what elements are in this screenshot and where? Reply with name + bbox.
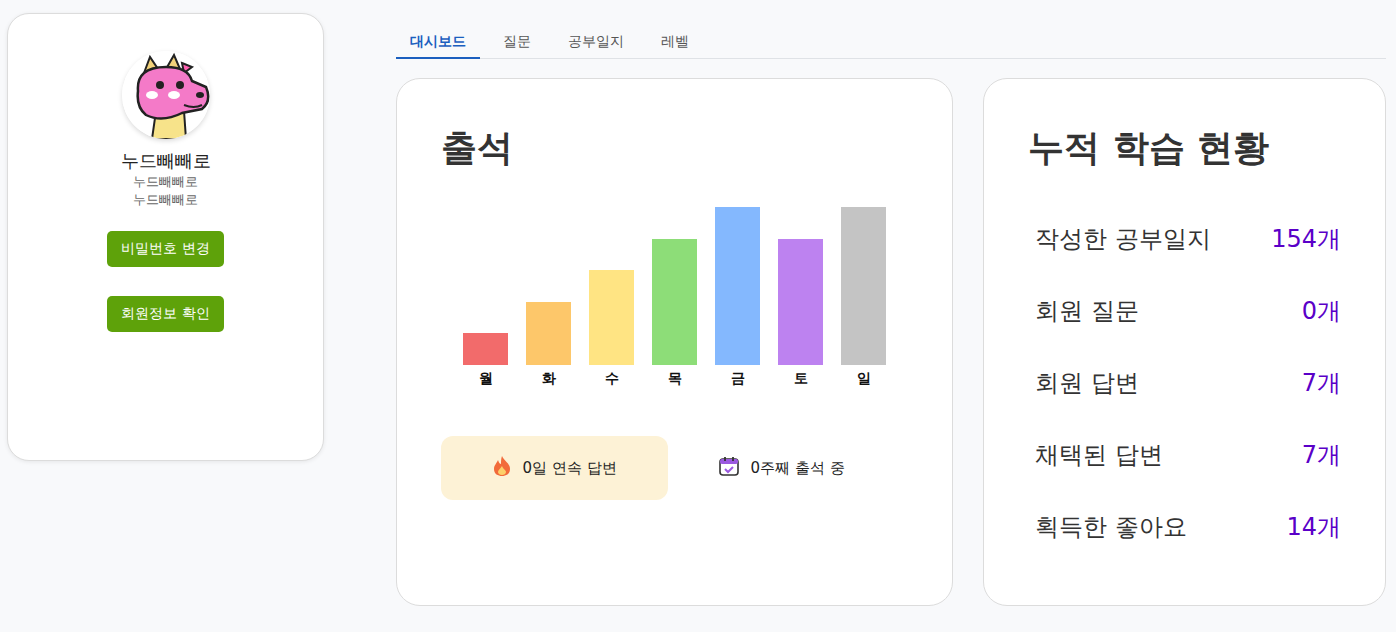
profile-buttons: 비밀번호 변경회원정보 확인: [107, 231, 223, 332]
day-label: 월: [479, 370, 493, 388]
stats-card: 누적 학습 현황작성한 공부일지154개회원 질문0개회원 답변7개채택된 답변…: [983, 78, 1386, 606]
chart-column: 금: [706, 207, 769, 388]
cards: 출석월 화 수 목 금 토 일 0일 연속 답변 0주째 출석 중 누적 학습 현황작성한 공부일…: [396, 78, 1386, 606]
main-area: 대시보드 질문 공부일지 레벨출석월 화 수 목 금 토 일 0일 연속 답변 0주째 출석 중 누적 …: [396, 13, 1386, 606]
tab[interactable]: 대시보드: [396, 25, 480, 59]
chart-bar: [463, 333, 508, 365]
day-label: 수: [605, 370, 619, 388]
stats-label: 회원 답변: [1035, 367, 1139, 399]
tab[interactable]: 레벨: [647, 25, 703, 59]
stats-value: 154개: [1271, 223, 1341, 255]
bar-track: [778, 207, 823, 365]
stats-value: 7개: [1302, 367, 1341, 399]
bar-fill: [526, 302, 571, 365]
weeks-badge: 0주째 출석 중: [668, 436, 895, 500]
chart-bar: [589, 270, 634, 365]
profile-line: 누드빼빼로: [133, 173, 198, 191]
stats-row: 회원 질문 0개: [1028, 275, 1341, 347]
attendance-badges: 0일 연속 답변 0주째 출석 중: [441, 436, 908, 500]
stats-value: 7개: [1302, 439, 1341, 471]
bar-track: [715, 207, 760, 365]
chart-bar: [526, 302, 571, 365]
stats-row: 회원 답변 7개: [1028, 347, 1341, 419]
bar-fill: [841, 207, 886, 365]
bar-track: [589, 207, 634, 365]
chart-column: 월: [454, 207, 517, 388]
chart-column: 일: [832, 207, 895, 388]
stats-value: 0개: [1302, 295, 1341, 327]
profile-nickname: 누드빼빼로: [121, 149, 211, 173]
weeks-text: 0주째 출석 중: [750, 459, 844, 478]
stats-label: 작성한 공부일지: [1035, 223, 1211, 255]
chart-bar: [778, 239, 823, 365]
tab[interactable]: 공부일지: [554, 25, 638, 59]
stats-row: 획득한 좋아요 14개: [1028, 491, 1341, 563]
profile-line: 누드빼빼로: [133, 191, 198, 209]
chart-bar: [841, 207, 886, 365]
attendance-card: 출석월 화 수 목 금 토 일 0일 연속 답변 0주째 출석 중: [396, 78, 953, 606]
day-label: 일: [857, 370, 871, 388]
day-label: 화: [542, 370, 556, 388]
chart-bar: [652, 239, 697, 365]
dragon-avatar-icon: [122, 51, 210, 139]
stats-row: 채택된 답변 7개: [1028, 419, 1341, 491]
stats-list: 작성한 공부일지154개회원 질문0개회원 답변7개채택된 답변7개획득한 좋아…: [1028, 203, 1341, 563]
stats-value: 14개: [1286, 511, 1341, 543]
bar-fill: [778, 239, 823, 365]
tab-bar: 대시보드 질문 공부일지 레벨: [396, 13, 1386, 59]
bar-track: [652, 207, 697, 365]
tab[interactable]: 질문: [489, 25, 545, 59]
attendance-title: 출석: [441, 123, 908, 173]
profile-card: 누드빼빼로누드빼빼로누드빼빼로비밀번호 변경회원정보 확인: [7, 13, 324, 461]
attendance-chart: 월화수목금토일: [454, 207, 908, 388]
stats-title: 누적 학습 현황: [1028, 123, 1341, 173]
calendar-icon: [718, 455, 740, 481]
stats-label: 획득한 좋아요: [1035, 511, 1187, 543]
day-label: 목: [668, 370, 682, 388]
chart-column: 토: [769, 207, 832, 388]
bar-fill: [715, 207, 760, 365]
day-label: 토: [794, 370, 808, 388]
bar-fill: [463, 333, 508, 365]
streak-badge: 0일 연속 답변: [441, 436, 668, 500]
fire-icon: [492, 455, 512, 481]
chart-column: 목: [643, 207, 706, 388]
stats-label: 회원 질문: [1035, 295, 1139, 327]
profile-button[interactable]: 회원정보 확인: [107, 296, 223, 332]
streak-text: 0일 연속 답변: [522, 459, 616, 478]
chart-column: 화: [517, 207, 580, 388]
chart-bar: [715, 207, 760, 365]
stats-label: 채택된 답변: [1035, 439, 1163, 471]
chart-column: 수: [580, 207, 643, 388]
bar-fill: [652, 239, 697, 365]
stats-row: 작성한 공부일지 154개: [1028, 203, 1341, 275]
bar-fill: [589, 270, 634, 365]
day-label: 금: [731, 370, 745, 388]
bar-track: [463, 207, 508, 365]
profile-button[interactable]: 비밀번호 변경: [107, 231, 223, 267]
bar-track: [526, 207, 571, 365]
bar-track: [841, 207, 886, 365]
